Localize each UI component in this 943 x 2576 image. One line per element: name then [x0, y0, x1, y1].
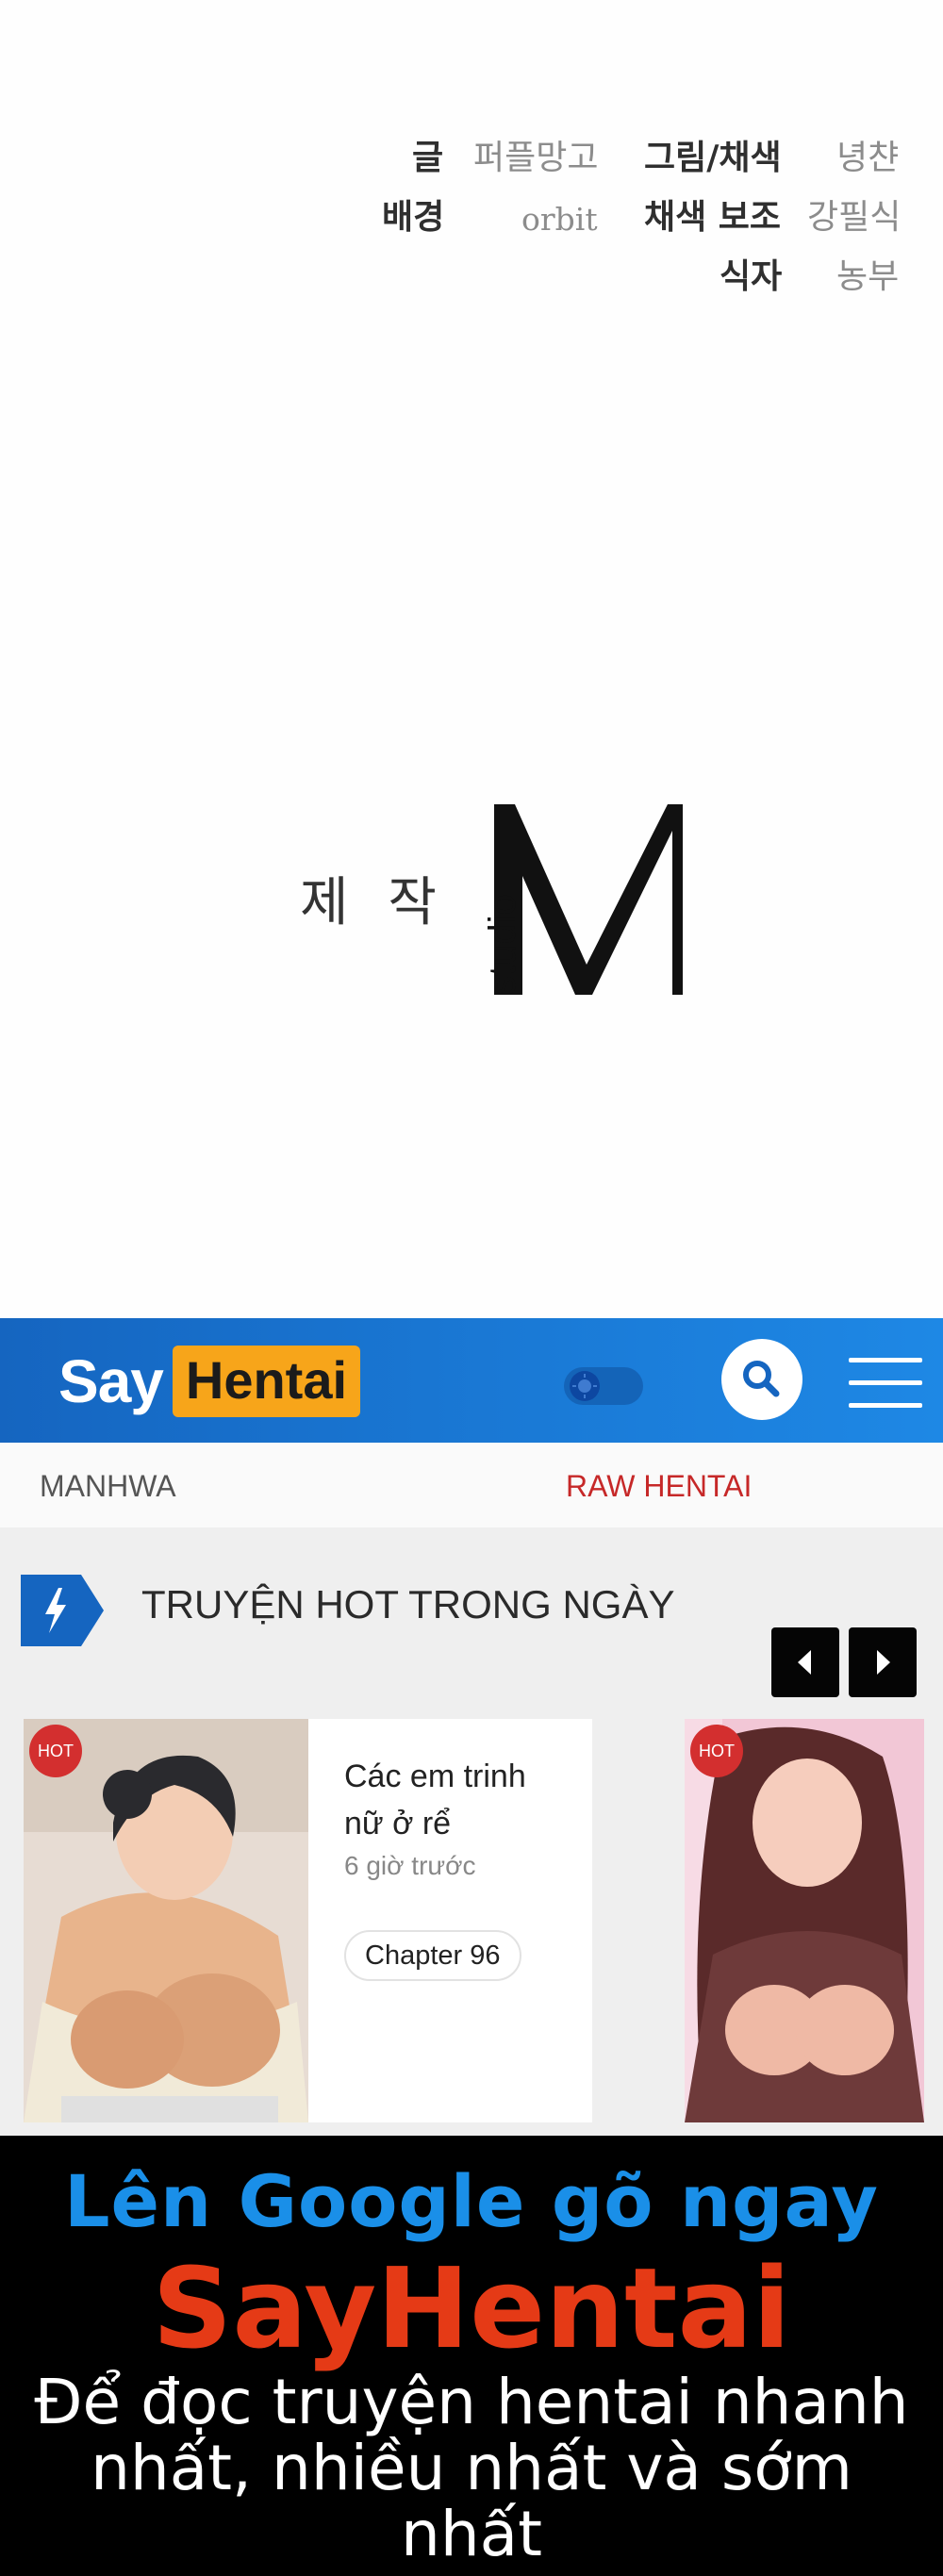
logo-say-text: Say: [58, 1347, 164, 1415]
credits-page: 글 퍼플망고 그림/채색 녕챤 배경 orbit 채색 보조 강필식 식자 농부…: [0, 0, 943, 1318]
menu-button[interactable]: [849, 1358, 922, 1409]
comic-card[interactable]: HOT Các em trinh nữ ở rể 6 giờ trước Cha…: [24, 1719, 592, 2122]
chevron-right-icon: [877, 1650, 890, 1675]
hot-today-section: TRUYỆN HOT TRONG NGÀY HOT Các em trinh n…: [0, 1527, 943, 2136]
credit-name-color-assist: 강필식: [807, 198, 902, 237]
credit-role-color-assist: 채색 보조: [644, 198, 782, 237]
credit-name-writer: 퍼플망고: [473, 139, 599, 177]
carousel-next-button[interactable]: [849, 1627, 917, 1697]
credit-name-artist: 녕챤: [836, 139, 900, 177]
category-nav: MANHWA RAW HENTAI: [0, 1443, 943, 1527]
lightning-icon: [21, 1575, 104, 1646]
hamburger-line: [849, 1380, 922, 1385]
hot-badge: HOT: [29, 1725, 82, 1777]
sun-icon: [570, 1371, 600, 1401]
site-logo[interactable]: Say Hentai: [58, 1344, 361, 1419]
chapter-link[interactable]: Chapter 96: [344, 1930, 521, 1981]
logo-hentai-badge: Hentai: [172, 1346, 361, 1417]
section-title: TRUYỆN HOT TRONG NGÀY: [141, 1582, 675, 1627]
site-header: Say Hentai: [0, 1318, 943, 1443]
studio-m-logo: studio: [482, 804, 683, 995]
promo-description: Để đọc truyện hentai nhanh nhất, nhiều n…: [34, 2366, 909, 2570]
chevron-left-icon: [798, 1650, 811, 1675]
credit-name-background: orbit: [521, 201, 598, 238]
comic-updated-time: 6 giờ trước: [344, 1851, 476, 1880]
comic-cover-image[interactable]: HOT: [24, 1719, 308, 2122]
comic-card[interactable]: HOT: [685, 1719, 924, 2122]
hamburger-icon: [849, 1358, 922, 1362]
comic-title[interactable]: Các em trinh nữ ở rể: [344, 1753, 571, 1847]
search-button[interactable]: [721, 1339, 802, 1420]
credit-role-writer: 글: [412, 139, 444, 177]
promo-brand: SayHentai: [152, 2243, 791, 2373]
promo-headline: Lên Google gõ ngay: [64, 2159, 879, 2243]
promo-banner: Lên Google gõ ngay SayHentai Để đọc truy…: [0, 2136, 943, 2576]
credit-role-lettering: 식자: [720, 257, 783, 296]
credit-role-background: 배경: [382, 198, 445, 237]
nav-link-manhwa[interactable]: MANHWA: [40, 1465, 176, 1507]
produced-by-label: 제 작: [300, 872, 448, 933]
studio-word: studio: [482, 894, 523, 995]
hot-badge: HOT: [690, 1725, 743, 1777]
theme-toggle[interactable]: [564, 1367, 643, 1405]
comic-cover-image[interactable]: HOT: [685, 1719, 924, 2122]
search-icon: [743, 1361, 780, 1397]
carousel-prev-button[interactable]: [771, 1627, 839, 1697]
hamburger-line: [849, 1403, 922, 1408]
credit-role-artist: 그림/채색: [644, 139, 782, 177]
credit-name-lettering: 농부: [836, 257, 900, 296]
nav-link-raw-hentai[interactable]: RAW HENTAI: [566, 1465, 752, 1507]
